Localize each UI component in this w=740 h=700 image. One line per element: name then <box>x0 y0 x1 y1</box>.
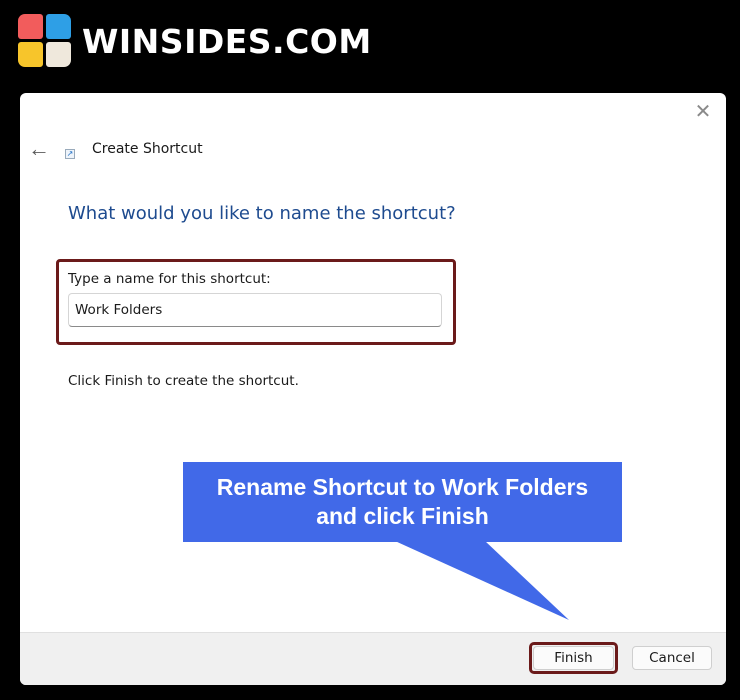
page-heading: What would you like to name the shortcut… <box>68 203 456 224</box>
brand-name: WINSIDES.COM <box>82 21 372 61</box>
callout-pointer <box>395 541 569 620</box>
create-shortcut-dialog: ✕ ← ↗ Create Shortcut What would you lik… <box>20 93 726 685</box>
winsides-logo-icon <box>18 14 72 68</box>
cancel-button[interactable]: Cancel <box>632 646 712 670</box>
back-arrow-icon[interactable]: ← <box>28 137 50 161</box>
shortcut-name-input[interactable] <box>68 293 442 327</box>
shortcut-name-label: Type a name for this shortcut: <box>68 271 271 287</box>
shortcut-icon: ↗ <box>65 149 75 159</box>
instruction-callout: Rename Shortcut to Work Folders and clic… <box>183 462 622 542</box>
finish-instruction-text: Click Finish to create the shortcut. <box>68 373 299 389</box>
dialog-footer <box>20 632 726 685</box>
dialog-title: Create Shortcut <box>92 141 203 157</box>
brand-header: WINSIDES.COM <box>18 14 372 68</box>
finish-button[interactable]: Finish <box>533 646 614 670</box>
callout-text: Rename Shortcut to Work Folders and clic… <box>216 474 589 529</box>
close-icon[interactable]: ✕ <box>692 101 714 123</box>
